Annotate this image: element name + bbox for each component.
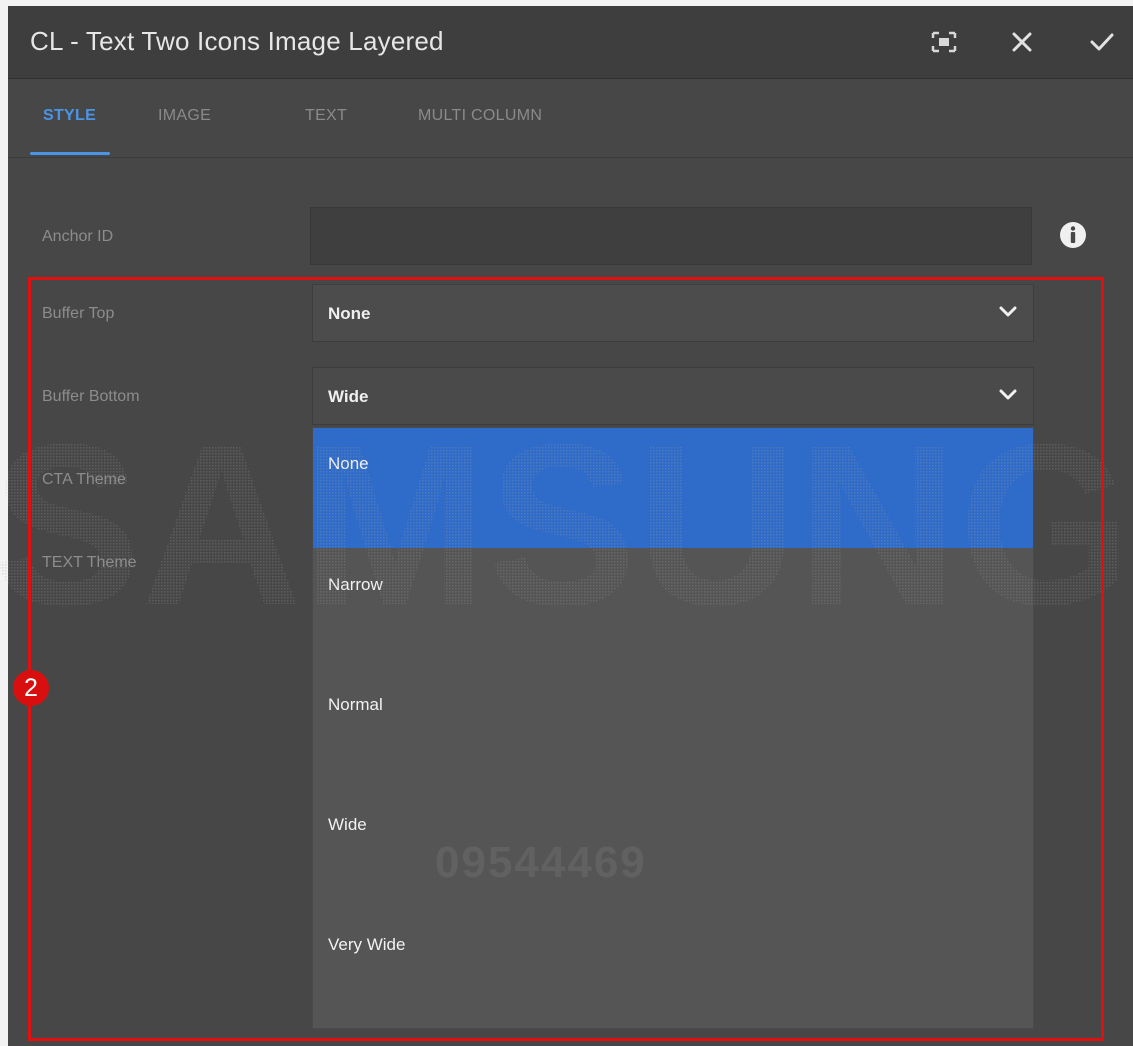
buffer-top-select[interactable]: None	[312, 284, 1034, 342]
anchor-id-input[interactable]	[310, 207, 1032, 265]
buffer-bottom-value: Wide	[328, 387, 369, 406]
checkmark-icon[interactable]	[1084, 24, 1120, 60]
tab-bar: STYLE IMAGE TEXT MULTI COLUMN	[8, 79, 1133, 158]
buffer-top-value: None	[328, 304, 371, 323]
cta-theme-label: CTA Theme	[42, 471, 126, 488]
chevron-down-icon	[999, 306, 1017, 317]
buffer-bottom-select[interactable]: Wide	[312, 367, 1034, 425]
dropdown-option-none[interactable]: None	[313, 428, 1033, 548]
chevron-down-icon	[999, 389, 1017, 400]
text-theme-label: TEXT Theme	[42, 554, 137, 571]
close-icon[interactable]	[1004, 24, 1040, 60]
fullscreen-icon[interactable]	[926, 24, 962, 60]
tab-text[interactable]: TEXT	[305, 107, 347, 125]
info-icon[interactable]	[1058, 220, 1088, 250]
dropdown-option-wide[interactable]: Wide	[313, 788, 1033, 908]
anchor-id-label: Anchor ID	[42, 228, 114, 245]
dialog-titlebar: CL - Text Two Icons Image Layered	[8, 6, 1133, 79]
dialog-title: CL - Text Two Icons Image Layered	[30, 26, 444, 56]
tab-style[interactable]: STYLE	[43, 107, 96, 125]
tab-image[interactable]: IMAGE	[158, 107, 211, 125]
buffer-bottom-label: Buffer Bottom	[42, 388, 140, 405]
active-tab-indicator	[30, 152, 110, 155]
dropdown-option-narrow[interactable]: Narrow	[313, 548, 1033, 668]
dialog: CL - Text Two Icons Image Layered STYLE …	[8, 6, 1133, 1046]
dropdown-option-very-wide[interactable]: Very Wide	[313, 908, 1033, 1028]
tab-multi-column[interactable]: MULTI COLUMN	[418, 107, 542, 125]
buffer-top-label: Buffer Top	[42, 305, 115, 322]
buffer-bottom-dropdown: None Narrow Normal Wide Very Wide	[312, 427, 1034, 1029]
annotation-badge: 2	[13, 670, 49, 706]
dropdown-option-normal[interactable]: Normal	[313, 668, 1033, 788]
